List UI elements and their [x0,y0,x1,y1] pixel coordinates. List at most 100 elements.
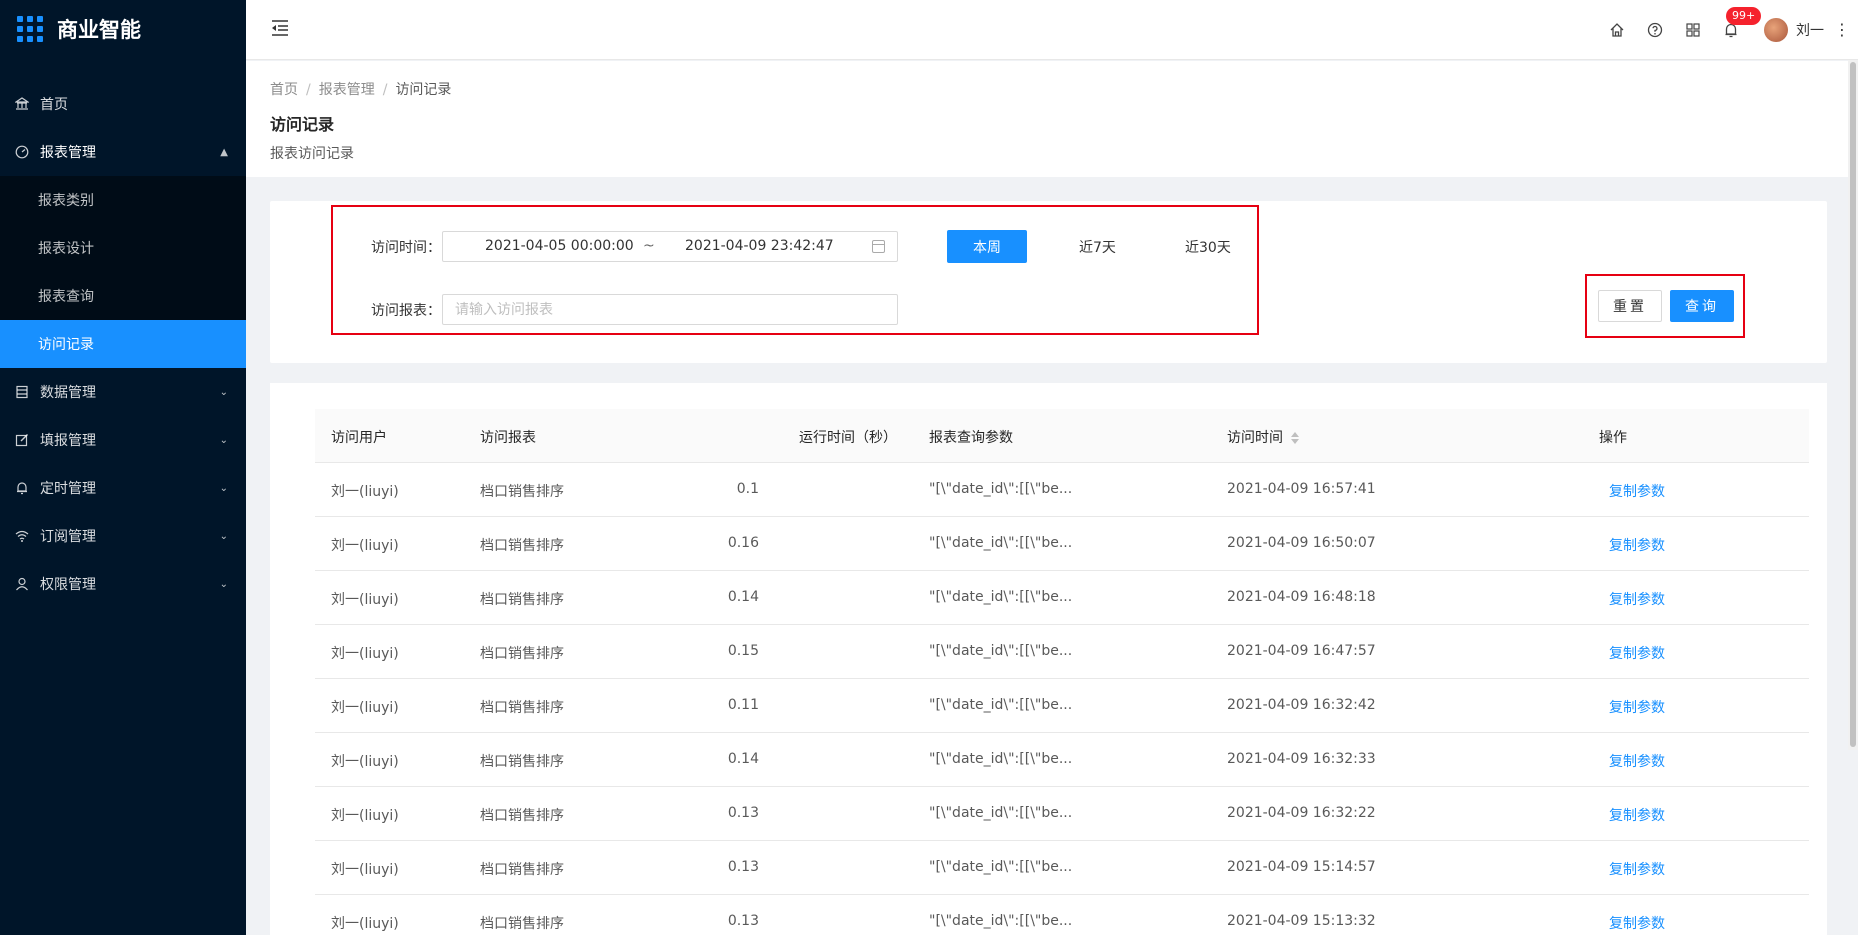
table-header: 访问用户 访问报表 运行时间（秒） 报表查询参数 访问时间 操作 [315,409,1809,463]
cell-report: 档口销售排序 [480,538,564,554]
cell-report: 档口销售排序 [480,916,564,932]
sidebar-item-permission-management[interactable]: 权限管理 ⌄ [0,560,246,608]
cell-user: 刘一(liuyi) [331,700,399,716]
column-header: 运行时间（秒） [799,430,897,446]
table-row: 刘一(liuyi) 档口销售排序 0.14 "[\"date_id\":[[\"be.… [315,571,1809,625]
copy-params-link[interactable]: 复制参数 [1609,913,1665,933]
table-body: 刘一(liuyi) 档口销售排序 0.1 "[\"date_id\":[[\"be..… [315,463,1809,935]
sidebar-item-label: 权限管理 [40,577,96,593]
help-icon[interactable] [1636,0,1674,60]
cell-runtime: 0.15 [727,643,759,659]
avatar[interactable] [1764,18,1788,42]
sidebar-item-report-category[interactable]: 报表类别 [0,176,246,224]
copy-params-link[interactable]: 复制参数 [1609,859,1665,879]
breadcrumb: 首页 / 报表管理 / 访问记录 [270,82,452,98]
sidebar-item-label: 订阅管理 [40,529,96,545]
page-subtitle: 报表访问记录 [270,146,354,162]
cell-param: "[\"date_id\":[[\"be... [929,697,1073,713]
cell-param: "[\"date_id\":[[\"be... [929,643,1073,659]
notification-badge: 99+ [1726,7,1762,25]
notification-button[interactable]: 99+ [1712,0,1762,60]
breadcrumb-current: 访问记录 [395,82,452,98]
chevron-up-icon: ▲ [220,146,228,158]
copy-params-link[interactable]: 复制参数 [1609,481,1665,501]
table-row: 刘一(liuyi) 档口销售排序 0.13 "[\"date_id\":[[\"be.… [315,841,1809,895]
access-log-table: 访问用户 访问报表 运行时间（秒） 报表查询参数 访问时间 操作 刘一(liuy… [315,409,1809,935]
bell-icon [14,481,30,495]
sidebar-item-data-management[interactable]: 数据管理 ⌄ [0,368,246,416]
sidebar-item-label: 定时管理 [40,481,96,497]
sidebar-item-schedule-management[interactable]: 定时管理 ⌄ [0,464,246,512]
cell-param: "[\"date_id\":[[\"be... [929,589,1073,605]
copy-params-link[interactable]: 复制参数 [1609,697,1665,717]
cell-report: 档口销售排序 [480,808,564,824]
copy-params-link[interactable]: 复制参数 [1609,751,1665,771]
header-actions: 99+ 刘一 ⋮ [1598,0,1858,60]
more-vertical-icon[interactable]: ⋮ [1834,22,1850,38]
breadcrumb-report-management[interactable]: 报表管理 [319,82,375,98]
sidebar-item-fill-management[interactable]: 填报管理 ⌄ [0,416,246,464]
cell-time: 2021-04-09 15:13:32 [1227,913,1376,929]
copy-params-link[interactable]: 复制参数 [1609,535,1665,555]
menu-fold-icon[interactable] [270,19,290,37]
bank-icon [14,97,30,111]
home-icon[interactable] [1598,0,1636,60]
breadcrumb-home[interactable]: 首页 [270,82,298,98]
chevron-down-icon: ⌄ [219,434,228,446]
copy-params-link[interactable]: 复制参数 [1609,589,1665,609]
highlight-box-actions [1585,274,1745,338]
cell-runtime: 0.1 [736,481,759,497]
sidebar-item-label: 首页 [40,97,68,113]
table-row: 刘一(liuyi) 档口销售排序 0.16 "[\"date_id\":[[\"be.… [315,517,1809,571]
username[interactable]: 刘一 [1796,20,1824,40]
page-header: 首页 / 报表管理 / 访问记录 访问记录 报表访问记录 [246,61,1848,177]
cell-time: 2021-04-09 16:47:57 [1227,643,1376,659]
user-icon [14,577,30,591]
sidebar-item-report-query[interactable]: 报表查询 [0,272,246,320]
edit-icon [14,433,30,447]
cell-param: "[\"date_id\":[[\"be... [929,481,1073,497]
cell-report: 档口销售排序 [480,646,564,662]
cell-user: 刘一(liuyi) [331,754,399,770]
cell-runtime: 0.13 [727,805,759,821]
cell-time: 2021-04-09 15:14:57 [1227,859,1376,875]
cell-user: 刘一(liuyi) [331,808,399,824]
sidebar: 商业智能 首页 报表管理 ▲ 报表类别 报表设计 报表查询 访问记录 数据管理 [0,0,246,935]
table-row: 刘一(liuyi) 档口销售排序 0.13 "[\"date_id\":[[\"be.… [315,895,1809,935]
table-row: 刘一(liuyi) 档口销售排序 0.14 "[\"date_id\":[[\"be.… [315,733,1809,787]
cell-report: 档口销售排序 [480,592,564,608]
column-header-sortable[interactable]: 访问时间 [1227,427,1299,447]
chevron-down-icon: ⌄ [219,386,228,398]
sidebar-item-access-log[interactable]: 访问记录 [0,320,246,368]
table-row: 刘一(liuyi) 档口销售排序 0.13 "[\"date_id\":[[\"be.… [315,787,1809,841]
cell-user: 刘一(liuyi) [331,592,399,608]
logo-grid-icon [17,16,43,42]
cell-runtime: 0.16 [727,535,759,551]
cell-param: "[\"date_id\":[[\"be... [929,913,1073,929]
highlight-box-filters [331,205,1259,335]
apps-icon[interactable] [1674,0,1712,60]
cell-report: 档口销售排序 [480,484,564,500]
sort-icon[interactable] [1291,432,1299,444]
cell-user: 刘一(liuyi) [331,538,399,554]
column-header: 访问报表 [480,430,536,446]
cell-param: "[\"date_id\":[[\"be... [929,859,1073,875]
sidebar-item-report-management[interactable]: 报表管理 ▲ [0,128,246,176]
copy-params-link[interactable]: 复制参数 [1609,643,1665,663]
cell-user: 刘一(liuyi) [331,916,399,932]
sidebar-item-report-design[interactable]: 报表设计 [0,224,246,272]
cell-runtime: 0.13 [727,913,759,929]
cell-report: 档口销售排序 [480,754,564,770]
scrollbar-thumb[interactable] [1850,62,1856,747]
table-row: 刘一(liuyi) 档口销售排序 0.1 "[\"date_id\":[[\"be..… [315,463,1809,517]
cell-report: 档口销售排序 [480,862,564,878]
cell-user: 刘一(liuyi) [331,646,399,662]
cell-user: 刘一(liuyi) [331,484,399,500]
dashboard-icon [14,145,30,159]
sidebar-item-subscription-management[interactable]: 订阅管理 ⌄ [0,512,246,560]
cell-time: 2021-04-09 16:32:33 [1227,751,1376,767]
page-title: 访问记录 [270,115,335,134]
table-row: 刘一(liuyi) 档口销售排序 0.15 "[\"date_id\":[[\"be.… [315,625,1809,679]
copy-params-link[interactable]: 复制参数 [1609,805,1665,825]
sidebar-item-home[interactable]: 首页 [0,80,246,128]
